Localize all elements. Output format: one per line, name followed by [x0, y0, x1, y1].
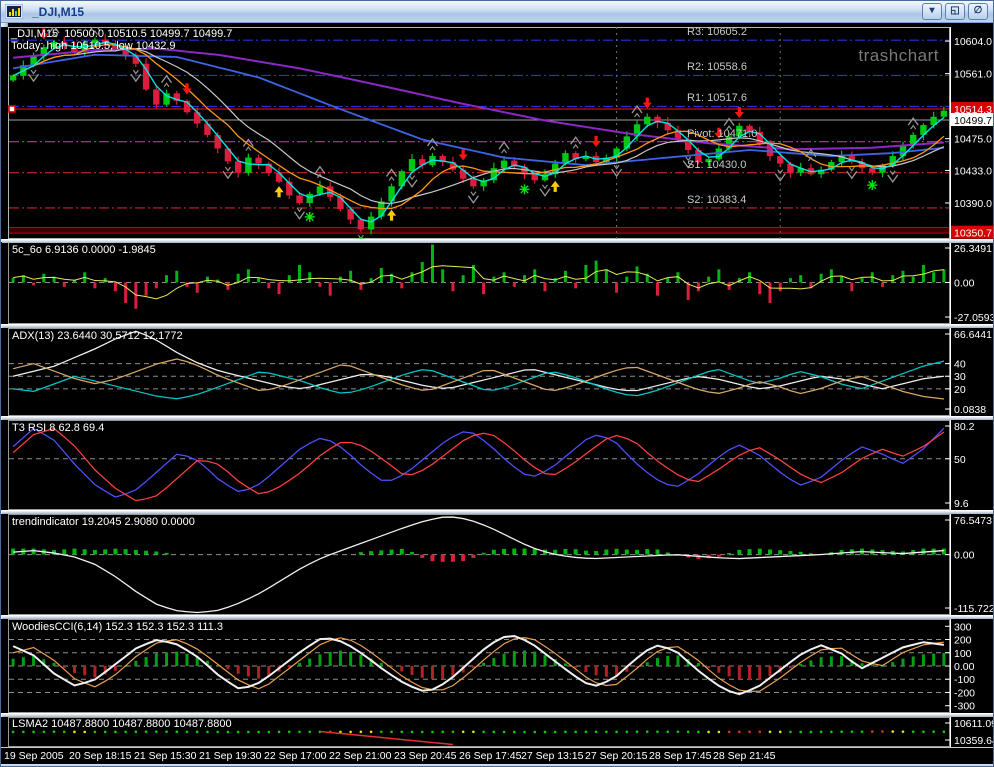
scale-label: 0.00: [954, 550, 975, 562]
indicator-panel-t3rsi[interactable]: 80.2 50 9.6: [1, 420, 994, 510]
scale-label: 9.6: [954, 498, 969, 510]
price-marker-label: 10499.7: [954, 115, 992, 127]
scale-label: 26.3491: [954, 243, 992, 255]
indicator-panel-trendindicator[interactable]: 76.5473 0.00 -115.722: [1, 514, 994, 615]
indicator-label-t3rsi: T3 RSI 8 62.8 69.4: [12, 422, 104, 434]
scale-label: 10390.0: [954, 198, 992, 210]
pivot-label: R1: 10517.6: [687, 92, 747, 104]
scale-label: 300: [954, 621, 972, 633]
scale-label: -200: [954, 687, 975, 699]
indicator-label-trendindicator: trendindicator 19.2045 2.9080 0.0000: [12, 516, 195, 528]
pivot-label: S1: 10430.0: [687, 159, 746, 171]
pivot-label: Pivot: 10471.0: [687, 128, 757, 140]
time-axis-label: 28 Sep 17:45: [649, 750, 711, 762]
main-chart-panel[interactable]: 10604.010561.010475.010433.010390.010514…: [1, 27, 994, 239]
panel-splitter[interactable]: [2, 324, 994, 328]
scale-label: -115.722: [954, 603, 994, 615]
time-axis-label: 28 Sep 21:45: [713, 750, 775, 762]
indicator-label-5c6o: 5c_6o 6.9136 0.0000 -1.9845: [12, 244, 156, 256]
chart-today-header: Today: high 10510.5, low 10432.9: [11, 40, 176, 52]
time-axis-label: 27 Sep 20:15: [585, 750, 647, 762]
panel-splitter[interactable]: [2, 713, 994, 717]
scale-label: 20: [954, 384, 966, 396]
scale-label: -27.0593: [954, 312, 994, 324]
scale-label: 0.0838: [954, 404, 986, 416]
time-axis-label: 21 Sep 19:30: [199, 750, 261, 762]
panel-splitter[interactable]: [2, 416, 994, 420]
panel-splitter[interactable]: [2, 510, 994, 514]
scale-label: 10604.0: [954, 36, 992, 48]
time-axis-label: 26 Sep 17:45: [459, 750, 521, 762]
scale-label: 10433.0: [954, 165, 992, 177]
minimize-button[interactable]: ▾: [922, 3, 942, 20]
scale-label: 80.2: [954, 421, 975, 433]
pivot-label: R2: 10558.6: [687, 61, 747, 73]
scale-label: -100: [954, 674, 975, 686]
price-marker-label: 10350.7: [954, 228, 992, 239]
scale-label: 50: [954, 454, 966, 466]
watermark: trashchart: [858, 46, 939, 66]
panel-splitter[interactable]: [2, 615, 994, 619]
scale-label: 30: [954, 371, 966, 383]
window-buttons: ▾ ◱ ∅: [922, 3, 988, 20]
scale-label: 200: [954, 635, 972, 647]
time-axis-label: 22 Sep 21:00: [329, 750, 391, 762]
time-axis-label: 23 Sep 20:45: [394, 750, 456, 762]
chart-window: _DJI,M15 ▾ ◱ ∅ 10604.0 10561.0 10475.0 1043…: [0, 0, 994, 767]
time-axis-label: 20 Sep 18:15: [69, 750, 131, 762]
scale-label: 0.00: [954, 277, 975, 289]
time-axis-label: 19 Sep 2005: [4, 750, 64, 762]
time-axis[interactable]: 19 Sep 2005 20 Sep 18:1521 Sep 15:3021 Se…: [1, 747, 994, 764]
restore-button[interactable]: ◱: [945, 3, 965, 20]
scale-label: 10475.0: [954, 134, 992, 146]
panel-splitter[interactable]: [2, 239, 994, 243]
scale-label: 40: [954, 359, 966, 371]
indicator-label-adx: ADX(13) 23.6440 30.5712 12.1772: [12, 330, 183, 342]
scale-label: 10359.64: [954, 735, 994, 747]
pivot-label: R3: 10605.2: [687, 26, 747, 38]
indicator-label-woodiescci: WoodiesCCI(6,14) 152.3 152.3 152.3 111.3: [12, 621, 223, 633]
scale-label: 10561.0: [954, 69, 992, 81]
scale-label: -300: [954, 701, 975, 713]
scale-label: 10611.09: [954, 718, 994, 730]
close-button[interactable]: ∅: [968, 3, 988, 20]
scale-label: 100: [954, 648, 972, 660]
scale-label: 66.6441: [954, 329, 992, 341]
pivot-label: S2: 10383.4: [687, 194, 746, 206]
scale-label: 0.00: [954, 661, 975, 673]
indicator-panel-woodiescci[interactable]: 300 2001000.00-100-200 -300: [1, 619, 994, 713]
title-bar[interactable]: _DJI,M15 ▾ ◱ ∅: [1, 1, 993, 23]
scale-label: 76.5473: [954, 515, 992, 527]
chart-ohlc-header: _DJI,M15 10500.0 10510.5 10499.7 10499.7: [11, 28, 232, 40]
time-axis-label: 22 Sep 17:00: [264, 750, 326, 762]
window-title: _DJI,M15: [32, 5, 84, 19]
time-axis-label: 21 Sep 15:30: [134, 750, 196, 762]
time-axis-label: 27 Sep 13:15: [521, 750, 583, 762]
chart-icon: [5, 4, 23, 19]
indicator-label-lsma2: LSMA2 10487.8800 10487.8800 10487.8800: [12, 718, 232, 730]
